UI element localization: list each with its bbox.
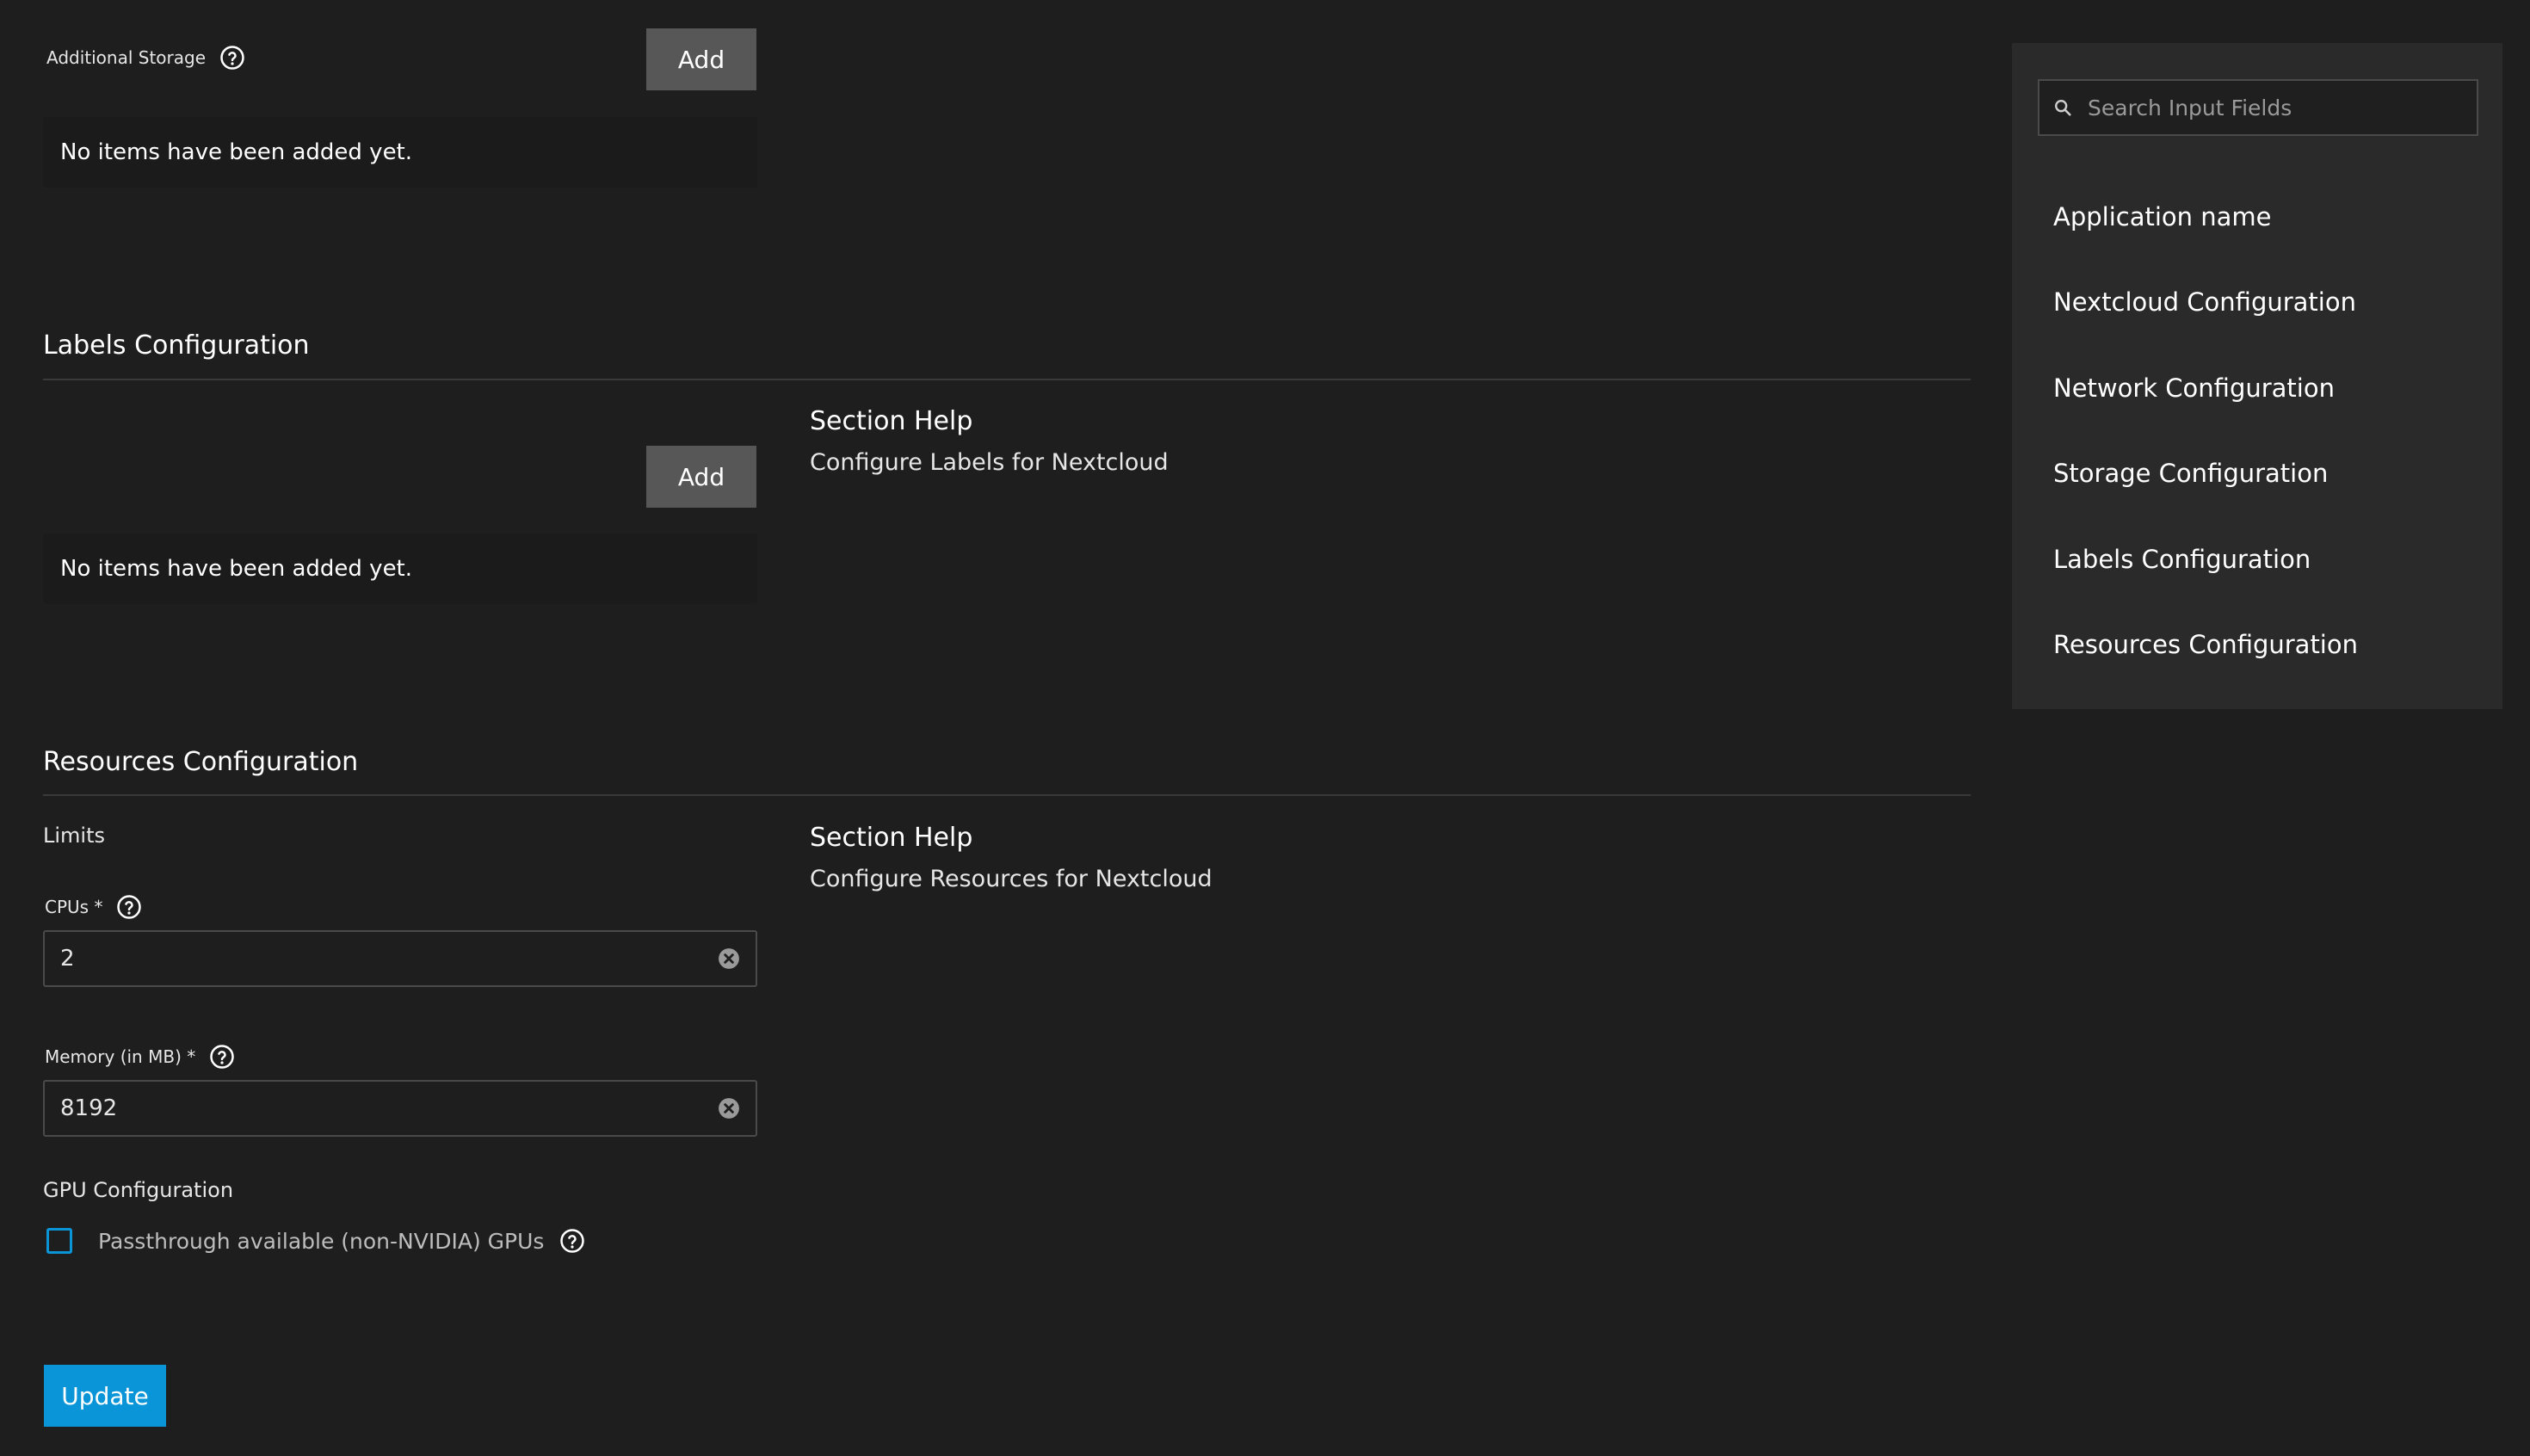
nav-item-resources-configuration[interactable]: Resources Configuration xyxy=(2053,630,2358,659)
clear-circle-icon[interactable] xyxy=(718,1097,740,1120)
resources-section-help-text: Configure Resources for Nextcloud xyxy=(810,866,1213,892)
empty-list-text: No items have been added yet. xyxy=(60,556,413,582)
help-circle-icon[interactable] xyxy=(219,45,245,71)
update-button[interactable]: Update xyxy=(44,1365,166,1427)
cpus-input-box xyxy=(43,930,757,987)
additional-storage-empty-list: No items have been added yet. xyxy=(43,117,757,188)
clear-circle-icon[interactable] xyxy=(718,947,740,970)
memory-label-row: Memory (in MB) * xyxy=(45,1044,235,1070)
additional-storage-label: Additional Storage xyxy=(46,47,207,68)
memory-input-box xyxy=(43,1080,757,1137)
gpu-passthrough-label[interactable]: Passthrough available (non-NVIDIA) GPUs xyxy=(98,1229,544,1254)
help-circle-icon[interactable] xyxy=(559,1228,585,1254)
gpu-passthrough-checkbox[interactable] xyxy=(46,1228,72,1254)
nav-item-application-name[interactable]: Application name xyxy=(2053,202,2272,231)
resources-section-help-title: Section Help xyxy=(810,823,973,853)
labels-add-button[interactable]: Add xyxy=(646,446,756,508)
labels-section-help-text: Configure Labels for Nextcloud xyxy=(810,449,1169,476)
gpu-passthrough-row: Passthrough available (non-NVIDIA) GPUs xyxy=(46,1228,585,1254)
labels-section-help-title: Section Help xyxy=(810,406,973,436)
additional-storage-add-button[interactable]: Add xyxy=(646,28,756,90)
cpus-label: CPUs * xyxy=(45,897,103,917)
cpus-input[interactable] xyxy=(60,946,718,972)
additional-storage-label-row: Additional Storage xyxy=(46,45,245,71)
memory-input[interactable] xyxy=(60,1095,718,1121)
nav-item-labels-configuration[interactable]: Labels Configuration xyxy=(2053,545,2311,574)
section-navigation-panel: Application name Nextcloud Configuration… xyxy=(2012,43,2502,709)
labels-section-title: Labels Configuration xyxy=(43,330,310,361)
resources-section-title: Resources Configuration xyxy=(43,747,359,777)
limits-label: Limits xyxy=(43,824,105,848)
nav-item-storage-configuration[interactable]: Storage Configuration xyxy=(2053,459,2328,488)
search-input[interactable] xyxy=(2086,94,2463,121)
help-circle-icon[interactable] xyxy=(116,894,142,920)
cpus-label-row: CPUs * xyxy=(45,894,142,920)
empty-list-text: No items have been added yet. xyxy=(60,139,413,165)
search-field xyxy=(2038,79,2478,136)
resources-section-divider xyxy=(43,794,1971,796)
labels-empty-list: No items have been added yet. xyxy=(43,534,757,604)
memory-label: Memory (in MB) * xyxy=(45,1046,196,1067)
help-circle-icon[interactable] xyxy=(209,1044,235,1070)
gpu-configuration-label: GPU Configuration xyxy=(43,1178,234,1202)
nav-item-network-configuration[interactable]: Network Configuration xyxy=(2053,373,2335,403)
nav-item-nextcloud-configuration[interactable]: Nextcloud Configuration xyxy=(2053,287,2356,317)
labels-section-divider xyxy=(43,379,1971,380)
search-icon xyxy=(2053,98,2072,117)
